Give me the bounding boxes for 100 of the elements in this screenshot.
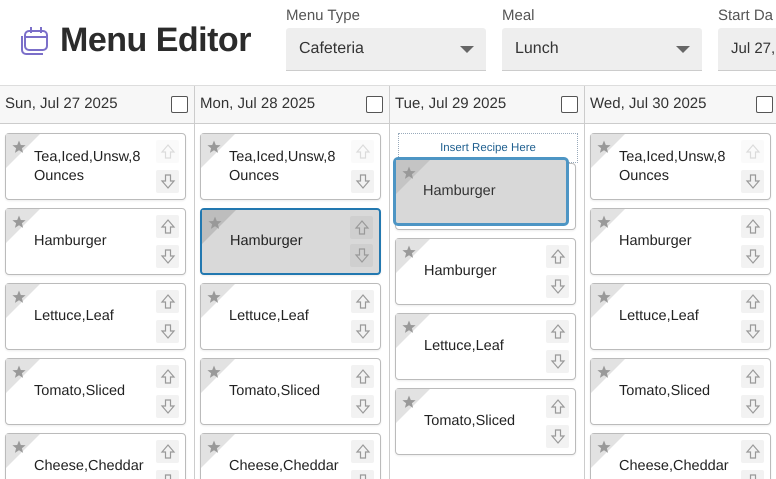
calendar-icon [20,25,50,56]
arrow-down-icon [160,398,176,415]
recipe-card[interactable]: Cheese,Cheddar [5,433,186,479]
move-up-button[interactable] [741,215,764,238]
recipe-card[interactable]: Hamburger [590,208,771,275]
move-up-button[interactable] [546,245,569,268]
recipe-name: Hamburger [34,232,107,251]
move-up-button[interactable] [741,365,764,388]
recipe-name: Cheese,Cheddar [619,457,729,476]
move-up-button[interactable] [351,365,374,388]
recipe-card[interactable]: Tomato,Sliced [200,358,381,425]
day-checkbox[interactable] [366,96,383,113]
day-date: Mon, Jul 28 2025 [200,94,316,114]
move-up-button[interactable] [156,215,179,238]
recipe-card[interactable]: Hamburger [395,238,576,305]
move-down-button[interactable] [741,170,764,193]
arrow-up-icon [744,368,760,385]
arrow-up-icon [354,443,370,460]
move-down-button[interactable] [156,395,179,418]
move-down-button[interactable] [546,425,569,448]
recipe-card[interactable]: Lettuce,Leaf [5,283,186,350]
recipe-name: Hamburger [423,182,496,201]
arrow-down-icon [354,173,370,190]
recipe-card[interactable]: Hamburger [5,208,186,275]
move-down-button[interactable] [156,320,179,343]
recipe-name: Tea,Iced,Unsw,8 Ounces [619,148,726,186]
recipe-card[interactable]: Lettuce,Leaf [590,283,771,350]
move-down-button[interactable] [741,395,764,418]
day-checkbox[interactable] [756,96,773,113]
move-down-button[interactable] [351,170,374,193]
arrow-down-icon [160,173,176,190]
move-up-button[interactable] [351,290,374,313]
arrow-down-icon [354,247,370,264]
move-down-button[interactable] [156,245,179,268]
move-down-button[interactable] [741,245,764,268]
day-date: Sun, Jul 27 2025 [5,94,118,114]
arrow-up-icon [354,293,370,310]
recipe-card[interactable]: Tomato,Sliced [395,388,576,455]
arrow-up-icon [160,368,176,385]
caret-icon [676,46,690,52]
move-up-button[interactable] [156,440,179,463]
arrow-down-icon [550,278,566,295]
caret-icon [460,46,474,52]
recipe-name: Hamburger [424,262,497,281]
move-up-button[interactable] [741,440,764,463]
arrow-up-icon [160,218,176,235]
dragged-recipe-overlay[interactable]: Hamburger [393,157,569,226]
arrow-down-icon [550,428,566,445]
recipe-card[interactable]: Tomato,Sliced [5,358,186,425]
arrow-up-icon [354,143,370,160]
page-title: Menu Editor [60,22,251,60]
recipe-card[interactable]: Cheese,Cheddar [200,433,381,479]
move-up-button[interactable] [351,440,374,463]
recipe-card[interactable]: Tea,Iced,Unsw,8 Ounces [590,133,771,200]
arrow-down-icon [744,173,760,190]
recipe-card[interactable]: Lettuce,Leaf [395,313,576,380]
arrow-down-icon [744,323,760,340]
day-date: Wed, Jul 30 2025 [590,94,706,114]
move-up-button[interactable] [546,320,569,343]
dropdown-field[interactable]: Lunch [502,28,702,71]
recipe-name: Lettuce,Leaf [424,337,504,356]
arrow-down-icon [160,248,176,265]
move-down-button[interactable] [156,170,179,193]
arrow-up-icon [744,293,760,310]
move-up-button[interactable] [156,365,179,388]
move-up-button[interactable] [741,290,764,313]
arrow-up-icon [744,143,760,160]
arrow-down-icon [354,323,370,340]
move-down-button[interactable] [546,350,569,373]
move-up-button[interactable] [350,216,373,239]
move-up-button[interactable] [156,290,179,313]
recipe-card[interactable]: Cheese,Cheddar [590,433,771,479]
recipe-name: Tomato,Sliced [424,412,516,431]
arrow-up-icon [160,143,176,160]
recipe-card[interactable]: Lettuce,Leaf [200,283,381,350]
move-down-button[interactable] [351,395,374,418]
day-checkbox[interactable] [561,96,578,113]
dropdown-field[interactable]: Jul 27, [718,28,776,71]
day-date: Tue, Jul 29 2025 [395,94,506,114]
recipe-name: Lettuce,Leaf [619,307,699,326]
arrow-down-icon [550,353,566,370]
recipe-name: Lettuce,Leaf [229,307,309,326]
arrow-down-icon [160,323,176,340]
move-down-button[interactable] [741,320,764,343]
recipe-name: Tea,Iced,Unsw,8 Ounces [229,148,336,186]
arrow-up-icon [550,398,566,415]
recipe-card[interactable]: Tea,Iced,Unsw,8 Ounces [5,133,186,200]
dropdown-field[interactable]: Cafeteria [286,28,486,71]
recipe-card[interactable]: Hamburger [200,208,381,275]
recipe-name: Tomato,Sliced [229,382,320,401]
move-down-button[interactable] [546,275,569,298]
recipe-name: Tomato,Sliced [619,382,710,401]
move-up-button[interactable] [546,395,569,418]
field-label: Menu Type [286,8,361,23]
recipe-card[interactable]: Tomato,Sliced [590,358,771,425]
day-checkbox[interactable] [171,96,188,113]
field-label: Start Da [718,8,774,23]
recipe-card[interactable]: Tea,Iced,Unsw,8 Ounces [200,133,381,200]
move-down-button[interactable] [351,320,374,343]
move-down-button[interactable] [350,244,373,267]
